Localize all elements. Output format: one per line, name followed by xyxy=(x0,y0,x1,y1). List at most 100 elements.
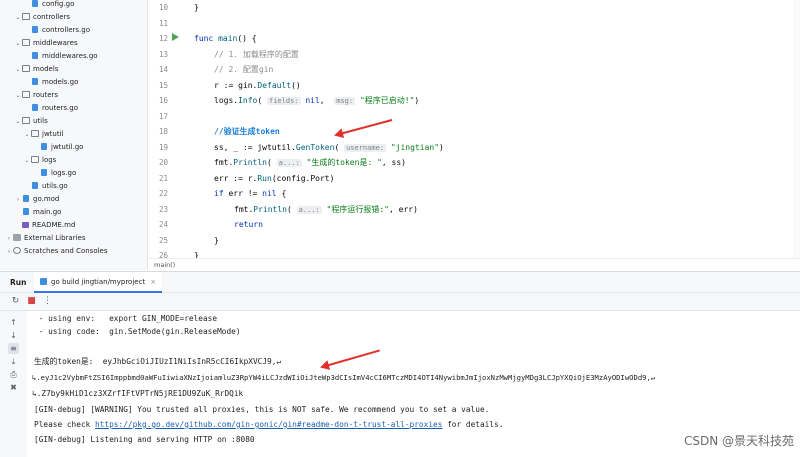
tree-item[interactable]: ⌄ jwtutil xyxy=(23,128,64,141)
tree-item[interactable]: › Scratches and Consoles xyxy=(5,245,108,258)
tree-item[interactable]: utils.go xyxy=(23,180,68,193)
tree-item[interactable]: ⌄ controllers xyxy=(14,11,70,24)
breadcrumb[interactable]: main() xyxy=(148,258,800,270)
console-line-warning: [GIN-debug] [WARNING] You trusted all pr… xyxy=(34,405,490,414)
line-gutter: 10 11 12 13 14 15 16 17 18 19 20 21 22 23 24 25 26 xyxy=(148,0,190,260)
chevron-icon[interactable]: ⌄ xyxy=(23,154,31,167)
code-line-12: func main() { xyxy=(194,34,257,43)
print-icon[interactable]: ⎙ xyxy=(8,369,19,380)
tree-item-label: main.go xyxy=(33,208,62,216)
tree-item-label: logs xyxy=(42,156,57,164)
run-gutter-icon[interactable] xyxy=(172,33,179,41)
param-hint-a-2: a...: xyxy=(296,205,322,214)
tree-item-label: middlewares xyxy=(33,39,78,47)
code-line-20: fmt.Println( a...: "生成的token是: ", ss) xyxy=(214,158,406,167)
code-line-18: //验证生成token xyxy=(214,127,280,136)
chevron-icon[interactable]: ⌄ xyxy=(14,115,22,128)
line-number: 13 xyxy=(158,49,168,59)
code-line-10: } xyxy=(194,3,199,12)
stop-icon[interactable]: ■ xyxy=(26,296,37,307)
go-file-icon xyxy=(41,169,47,176)
line-number: 22 xyxy=(158,189,168,198)
tree-item[interactable]: › go.mod xyxy=(14,193,59,206)
ide-window: config.go ⌄ controllers controllers.go ⌄ midd… xyxy=(0,0,800,457)
folder-icon xyxy=(22,117,30,124)
tree-item-label: controllers xyxy=(33,13,71,21)
tree-item[interactable]: › External Libraries xyxy=(5,232,86,245)
tree-item[interactable]: ⌄ routers xyxy=(14,89,58,102)
tree-item-label: utils.go xyxy=(42,182,68,190)
chevron-icon[interactable]: ⌄ xyxy=(14,89,22,102)
chevron-icon[interactable]: › xyxy=(5,232,13,245)
tree-item[interactable]: config.go xyxy=(23,0,74,11)
scroll-to-end-icon[interactable]: ⤓ xyxy=(8,356,19,367)
line-number: 19 xyxy=(158,142,168,152)
line-number: 24 xyxy=(158,220,168,229)
go-file-icon xyxy=(32,0,38,7)
trash-icon[interactable]: ✖ xyxy=(8,382,19,393)
run-config-tab[interactable]: go build jingtian/myproject × xyxy=(34,272,163,293)
tree-item[interactable]: main.go xyxy=(14,206,61,219)
line-number: 20 xyxy=(158,158,168,167)
more-icon[interactable]: ⋮ xyxy=(42,296,53,307)
chevron-icon[interactable]: › xyxy=(14,193,22,206)
rerun-icon[interactable]: ↻ xyxy=(10,296,21,307)
tree-item[interactable]: controllers.go xyxy=(23,24,90,37)
folder-icon xyxy=(31,130,39,137)
scroll-up-icon[interactable]: ↑ xyxy=(8,317,19,328)
close-tab-icon[interactable]: × xyxy=(150,278,156,286)
code-editor[interactable]: } func main() { // 1. 加载程序的配置 // 2. 配置gi… xyxy=(190,0,800,260)
code-line-21: err := r.Run(config.Port) xyxy=(214,173,335,183)
line-number: 16 xyxy=(158,96,168,105)
go-file-icon xyxy=(32,104,38,111)
tree-item[interactable]: ⌄ middlewares xyxy=(14,37,78,50)
chevron-icon[interactable]: ⌄ xyxy=(14,63,22,76)
line-number: 11 xyxy=(158,18,168,28)
go-file-icon xyxy=(32,78,38,85)
chevron-icon[interactable]: › xyxy=(5,245,13,258)
proxies-doc-link[interactable]: https://pkg.go.dev/github.com/gin-gonic/… xyxy=(95,420,442,429)
tree-item[interactable]: logs.go xyxy=(32,167,76,180)
go-file-icon xyxy=(32,182,38,189)
console-line-listening: [GIN-debug] Listening and serving HTTP o… xyxy=(34,435,255,444)
tree-item[interactable]: middlewares.go xyxy=(23,50,98,63)
tree-item-label: go.mod xyxy=(33,195,60,203)
editor-scrollbar[interactable] xyxy=(793,0,800,258)
line-number: 15 xyxy=(158,80,168,90)
tree-item-label: routers xyxy=(33,91,59,99)
watermark: CSDN @景天科技苑 xyxy=(683,434,794,448)
line-number: 23 xyxy=(158,204,168,214)
tree-item[interactable]: ⌄ logs xyxy=(23,154,56,167)
folder-icon xyxy=(22,39,30,46)
tree-item-label: jwtutil xyxy=(42,130,64,138)
line-number: 10 xyxy=(158,3,168,12)
tree-item[interactable]: models.go xyxy=(23,76,78,89)
soft-wrap-icon[interactable]: ≡ xyxy=(8,343,19,354)
tree-item-label: controllers.go xyxy=(42,26,90,34)
code-line-22: if err != nil { xyxy=(214,189,287,198)
console-line-token-3: ↳.Z7by9kHiD1cz3XZrfIFtVPTrN5jRE1DU9ZuK_R… xyxy=(32,389,244,398)
tree-item[interactable]: ⌄ utils xyxy=(14,115,48,128)
console-line-token-2: ↳.eyJ1c2VybmFtZSI6Imppbmd0aWFuIiwiaXNzIj… xyxy=(32,373,656,382)
tree-item[interactable]: README.md xyxy=(14,219,75,232)
tree-item[interactable]: ⌄ models xyxy=(14,63,58,76)
tree-item-label: config.go xyxy=(42,0,75,8)
tree-item-label: External Libraries xyxy=(24,234,86,242)
tree-item-label: jwtutil.go xyxy=(51,143,84,151)
code-line-24: return xyxy=(234,220,263,229)
chevron-icon[interactable]: ⌄ xyxy=(14,37,22,50)
scroll-down-icon[interactable]: ↓ xyxy=(8,330,19,341)
tree-item[interactable]: jwtutil.go xyxy=(32,141,83,154)
console-side-toolbar: ↑ ↓ ≡ ⤓ ⎙ ✖ xyxy=(0,311,28,457)
chevron-icon[interactable]: ⌄ xyxy=(23,128,31,141)
line-number: 14 xyxy=(158,65,168,74)
tree-item[interactable]: routers.go xyxy=(23,102,78,115)
line-number: 12 xyxy=(158,34,168,43)
tree-item-label: Scratches and Consoles xyxy=(24,247,108,255)
go-file-icon xyxy=(23,208,29,215)
go-file-icon xyxy=(32,26,38,33)
param-hint-fields: fields: xyxy=(267,97,301,105)
tree-item-label: utils xyxy=(33,117,48,125)
chevron-icon[interactable]: ⌄ xyxy=(14,11,22,24)
library-icon xyxy=(13,234,21,241)
